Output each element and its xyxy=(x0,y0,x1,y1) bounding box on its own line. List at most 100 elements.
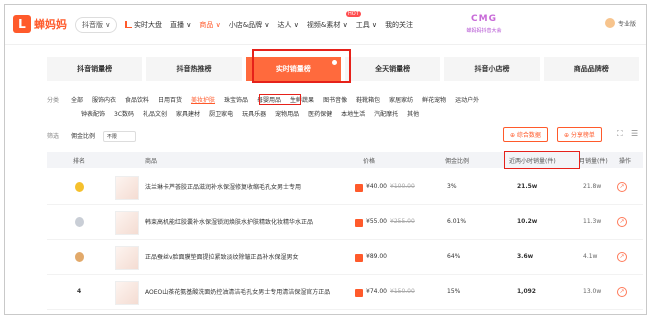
category-chip[interactable]: 3C数码 xyxy=(114,111,134,118)
month-sales-cell: 4.1w xyxy=(583,253,598,260)
price-cell: ¥74.00 ¥150.00 xyxy=(366,288,415,295)
original-price: ¥100.00 xyxy=(390,183,415,190)
nav-item-tools[interactable]: 工具 ∨ xyxy=(356,20,377,30)
top-nav: L 蝉妈妈 抖音版 ∨ 实时大盘 直播 ∨ 商品 ∨ 小店&品牌 ∨ 达人 ∨ … xyxy=(5,5,646,45)
tab-douyin-sales[interactable]: 抖音销量榜 xyxy=(47,57,143,81)
category-chip[interactable]: 宠物用品 xyxy=(275,111,299,118)
nav-item-live[interactable]: 直播 ∨ xyxy=(170,20,191,30)
product-title[interactable]: 正品蚕丝v脸面膜垫面提拉紧致淡纹除皱正品补水保湿男女 xyxy=(145,254,299,262)
price-cell: ¥40.00 ¥100.00 xyxy=(366,183,415,190)
category-chip[interactable]: 运动户外 xyxy=(455,97,479,104)
product-image[interactable] xyxy=(115,176,139,200)
rank-medal-icon xyxy=(75,252,84,262)
tab-fullday-sales[interactable]: 全天销量榜 xyxy=(344,57,441,81)
recent-sales-cell: 21.5w xyxy=(517,183,538,190)
app-window: L 蝉妈妈 抖音版 ∨ 实时大盘 直播 ∨ 商品 ∨ 小店&品牌 ∨ 达人 ∨ … xyxy=(4,4,647,315)
trend-icon[interactable]: ↗ xyxy=(617,182,627,192)
category-chip[interactable]: 鲜花宠物 xyxy=(422,97,446,104)
table-row[interactable]: 4 AOEO山茶花氨基酸洗面奶控油清洁毛孔女男士专用清洁保湿官方正品 ¥74.00 ¥… xyxy=(47,276,643,310)
category-chip[interactable]: 玩具乐器 xyxy=(242,111,266,118)
brand-logo[interactable]: L 蝉妈妈 xyxy=(13,15,67,33)
product-title[interactable]: 法兰琳卡芦荟胶正品滋润补水保湿修复收缩毛孔女男士专用 xyxy=(145,184,301,192)
trend-icon[interactable]: ↗ xyxy=(617,287,627,297)
category-chip[interactable]: 医药保健 xyxy=(308,111,332,118)
product-title[interactable]: 韩束高机能红胶囊补水保湿锁润焕肤水护肤精致化妆精华水正品 xyxy=(145,219,313,227)
product-image[interactable] xyxy=(115,246,139,270)
category-chip[interactable]: 鞋靴箱包 xyxy=(356,97,380,104)
product-image[interactable] xyxy=(115,211,139,235)
tab-shop[interactable]: 抖音小店榜 xyxy=(444,57,540,81)
category-chip[interactable]: 汽配摩托 xyxy=(374,111,398,118)
product-title[interactable]: AOEO山茶花氨基酸洗面奶控油清洁毛孔女男士专用清洁保湿官方正品 xyxy=(145,289,330,297)
col-commission[interactable]: 佣金比例 xyxy=(445,156,469,165)
filter-row: 筛选 佣金比例 不限 xyxy=(47,131,136,142)
category-chip[interactable]: 家具建材 xyxy=(176,111,200,118)
category-chip[interactable]: 钟表配饰 xyxy=(81,111,105,118)
event-banner[interactable]: CMG 蝉妈妈抖音大会 xyxy=(463,13,505,35)
filter-label: 筛选 xyxy=(47,133,60,140)
shop-icon xyxy=(355,289,363,297)
category-chip[interactable]: 本地生活 xyxy=(341,111,365,118)
highlight-tab xyxy=(252,49,351,83)
table-row[interactable]: 正品蚕丝v脸面膜垫面提拉紧致淡纹除皱正品补水保湿男女 ¥89.00 64% 3.6w 4… xyxy=(47,241,643,275)
current-price: ¥74.00 xyxy=(366,288,387,295)
category-chip[interactable]: 服饰内衣 xyxy=(92,97,116,104)
hot-badge: HOT xyxy=(346,11,361,17)
commission-cell: 3% xyxy=(447,183,457,190)
nav-item-influencer[interactable]: 达人 ∨ xyxy=(278,20,299,30)
category-chip[interactable]: 厨卫家电 xyxy=(209,111,233,118)
share-list-button[interactable]: ⊕ 分享榜单 xyxy=(557,127,602,142)
highlight-category xyxy=(259,94,301,105)
shop-icon xyxy=(355,219,363,227)
commission-cell: 15% xyxy=(447,288,461,295)
tab-douyin-hot[interactable]: 抖音热推榜 xyxy=(146,57,242,81)
recent-sales-cell: 3.6w xyxy=(517,253,534,260)
category-chip[interactable]: 家居家纺 xyxy=(389,97,413,104)
col-product: 商品 xyxy=(145,158,158,165)
month-sales-cell: 21.8w xyxy=(583,183,602,190)
category-chip[interactable]: 珠宝饰品 xyxy=(224,97,248,104)
brand-name: 蝉妈妈 xyxy=(34,18,67,31)
category-chip[interactable]: 其他 xyxy=(407,111,419,118)
category-chip[interactable]: 全部 xyxy=(71,97,83,104)
user-plan-label: 专业版 xyxy=(617,20,636,28)
category-chip[interactable]: 食品饮料 xyxy=(125,97,149,104)
expand-icon[interactable]: ⛶ xyxy=(617,129,623,139)
month-sales-cell: 11.3w xyxy=(583,218,602,225)
category-chip[interactable]: 日用百货 xyxy=(158,97,182,104)
recent-sales-cell: 1,092 xyxy=(517,288,536,295)
current-price: ¥89.00 xyxy=(366,253,387,260)
commission-cell: 64% xyxy=(447,253,461,260)
nav-item-realtime[interactable]: 实时大盘 xyxy=(125,20,162,30)
nav-menu: 实时大盘 直播 ∨ 商品 ∨ 小店&品牌 ∨ 达人 ∨ 视频&素材 ∨ 工具 ∨… xyxy=(125,20,421,30)
category-chip[interactable]: 图书音像 xyxy=(323,97,347,104)
nav-item-product[interactable]: 商品 ∨ xyxy=(199,20,220,30)
original-price: ¥150.00 xyxy=(390,288,415,295)
table-row[interactable]: 韩束高机能红胶囊补水保湿锁润焕肤水护肤精致化妆精华水正品 ¥55.00 ¥255.0… xyxy=(47,206,643,240)
category-chip[interactable]: 美妆护肤 xyxy=(191,97,215,104)
shop-icon xyxy=(355,254,363,262)
platform-select[interactable]: 抖音版 ∨ xyxy=(75,17,118,33)
shop-icon xyxy=(355,184,363,192)
commission-cell: 6.01% xyxy=(447,218,467,225)
product-image[interactable] xyxy=(115,281,139,305)
col-month-sales[interactable]: 月销量(件) xyxy=(579,156,608,165)
tab-brand[interactable]: 商品品牌榜 xyxy=(543,57,639,81)
trend-icon[interactable]: ↗ xyxy=(617,252,627,262)
category-chip[interactable]: 礼品文创 xyxy=(143,111,167,118)
nav-item-follow[interactable]: 我的关注 xyxy=(385,20,413,30)
col-action: 操作 xyxy=(619,158,632,165)
nav-item-video[interactable]: 视频&素材 ∨ xyxy=(307,20,348,30)
trend-icon[interactable]: ↗ xyxy=(617,217,627,227)
current-price: ¥40.00 xyxy=(366,183,387,190)
compare-data-button[interactable]: ⊕ 综合数据 xyxy=(503,127,548,142)
logo-icon: L xyxy=(13,15,31,33)
user-menu[interactable]: 专业版 xyxy=(604,18,636,28)
nav-item-shop-brand[interactable]: 小店&品牌 ∨ xyxy=(229,20,270,30)
rank-number: 4 xyxy=(77,288,82,295)
commission-select[interactable]: 不限 xyxy=(102,131,136,142)
rank-medal-icon xyxy=(75,217,84,227)
table-row[interactable]: 法兰琳卡芦荟胶正品滋润补水保湿修复收缩毛孔女男士专用 ¥40.00 ¥100.00 3… xyxy=(47,171,643,205)
highlight-column xyxy=(504,151,580,169)
menu-icon[interactable]: ☰ xyxy=(631,129,638,138)
